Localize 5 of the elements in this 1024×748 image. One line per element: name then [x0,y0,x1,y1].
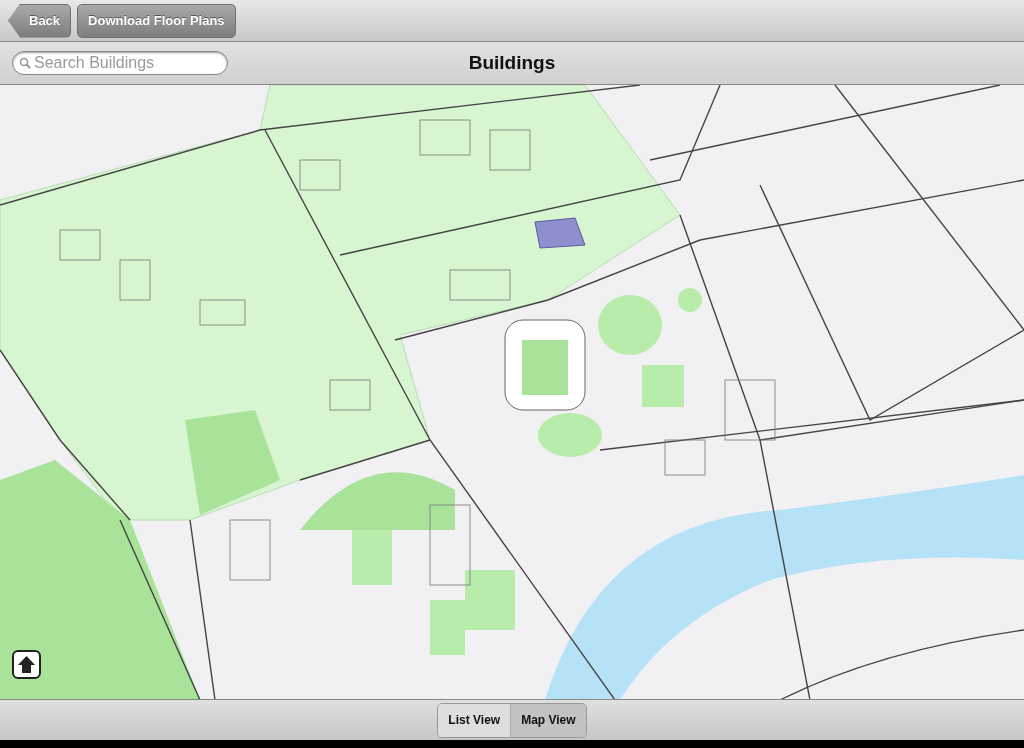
search-field[interactable]: Search Buildings [12,51,228,75]
home-button[interactable] [12,650,41,679]
screen-title: Buildings [468,52,556,74]
view-tab[interactable]: Map View [510,703,586,737]
view-tab[interactable]: List View [438,703,511,737]
